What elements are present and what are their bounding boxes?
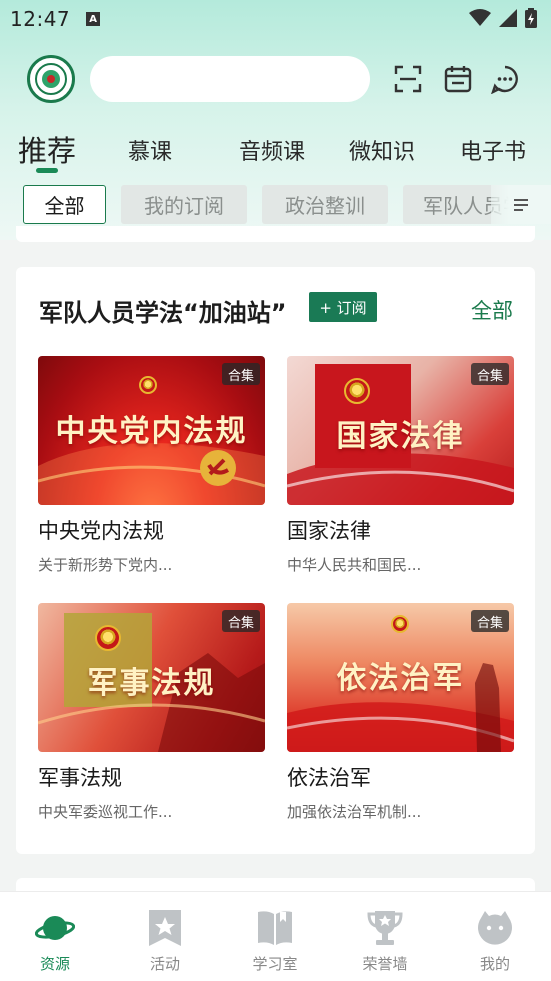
nav-activities[interactable]: 活动 [110,892,220,981]
item-name: 国家法律 [287,519,371,543]
collection-badge: 合集 [221,363,260,385]
cover-title: 国家法律 [336,419,465,454]
emblem-icon [95,625,121,651]
wifi-icon [469,9,491,26]
cover-title: 依法治军 [336,661,465,696]
collection-badge: 合集 [221,610,260,632]
nav-label: 活动 [149,955,180,973]
section-title: 军队人员学法“加油站” [39,299,287,327]
app-logo [27,55,75,103]
search-input[interactable] [90,56,370,102]
item-name: 军事法规 [38,766,122,790]
nav-label: 学习室 [252,955,298,973]
menu-icon [514,198,528,211]
cover-image: 中央党内法规 合集 [38,356,265,505]
scan-icon[interactable] [393,64,423,94]
tab-audio-course[interactable]: 音频课 [239,134,305,166]
status-time: 12:47 [10,7,71,31]
trophy-icon [367,911,403,945]
item-name: 依法治军 [287,766,371,790]
collection-badge: 合集 [470,610,509,632]
tab-recommend[interactable]: 推荐 [18,128,76,170]
nav-label: 荣誉墙 [362,955,408,973]
top-header [0,52,551,108]
collection-item[interactable]: 依法治军 合集 依法治军 加强依法治军机制... [287,603,514,822]
nav-resources[interactable]: 资源 [0,892,110,981]
collection-badge: 合集 [470,363,509,385]
cover-image: 依法治军 合集 [287,603,514,752]
planet-icon [35,916,75,940]
tab-micro-knowledge[interactable]: 微知识 [349,134,415,166]
collection-item[interactable]: 国家法律 合集 国家法律 中华人民共和国民... [287,356,514,575]
category-tabs: 推荐 慕课 音频课 微知识 电子书 [0,128,551,178]
profile-icon [478,911,512,945]
item-description: 关于新形势下党内... [38,556,173,574]
book-icon [258,911,292,945]
emblem-icon [391,615,409,633]
calendar-icon[interactable] [443,64,473,94]
item-description: 中央军委巡视工作... [38,803,173,821]
section-card: 军队人员学法“加油站” + 订阅 全部 中央党内法规 合集 中央党内法规 关于新… [16,267,535,854]
emblem-icon [344,378,370,404]
cover-image: 国家法律 合集 [287,356,514,505]
cover-title: 中央党内法规 [55,414,248,449]
collection-item[interactable]: 军事法规 合集 军事法规 中央军委巡视工作... [38,603,265,822]
chip-all[interactable]: 全部 [23,185,106,224]
notification-icon: A [86,12,101,26]
bottom-navigation: 资源 活动 学习室 荣誉墙 我的 [0,891,551,981]
status-bar: 12:47 A [0,0,551,38]
battery-icon [525,8,537,28]
cover-image: 军事法规 合集 [38,603,265,752]
chip-my-subscriptions[interactable]: 我的订阅 [121,185,247,224]
active-tab-indicator [36,168,58,173]
chip-political-training[interactable]: 政治整训 [262,185,388,224]
item-name: 中央党内法规 [38,519,164,543]
nav-label: 资源 [39,955,70,973]
tab-mooc[interactable]: 慕课 [128,134,172,166]
item-description: 中华人民共和国民... [287,556,422,574]
message-icon[interactable] [490,64,520,94]
nav-study-room[interactable]: 学习室 [220,892,330,981]
previous-card-edge [16,226,535,242]
bookmark-star-icon [149,910,181,946]
subscribe-button[interactable]: + 订阅 [309,292,377,322]
collection-item[interactable]: 中央党内法规 合集 中央党内法规 关于新形势下党内... [38,356,265,575]
nav-honor-wall[interactable]: 荣誉墙 [330,892,440,981]
cover-title: 军事法规 [87,666,216,701]
nav-profile[interactable]: 我的 [440,892,550,981]
nav-label: 我的 [479,955,510,973]
filter-chips: 全部 我的订阅 政治整训 军队人员学法 [0,185,551,225]
signal-icon [499,9,517,27]
section-all-link[interactable]: 全部 [471,295,513,325]
chip-menu-button[interactable] [491,185,551,224]
status-indicators [469,8,537,28]
item-description: 加强依法治军机制... [287,803,422,821]
emblem-icon [139,376,157,394]
tab-ebook[interactable]: 电子书 [460,134,526,166]
